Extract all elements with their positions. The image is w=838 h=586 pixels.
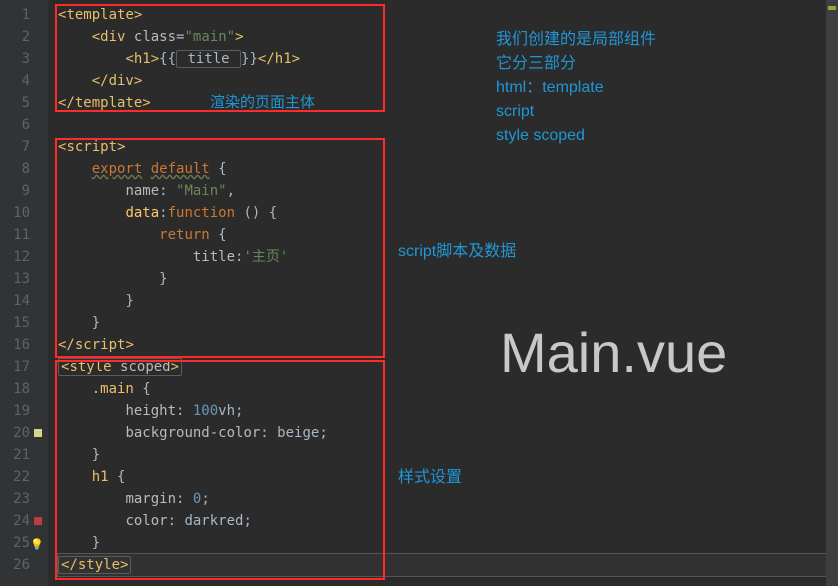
code-line[interactable]: height: 100vh;: [58, 400, 838, 422]
annotation-component-parts: 我们创建的是局部组件 它分三部分 html：template script st…: [496, 28, 656, 148]
code-line[interactable]: margin: 0;: [58, 488, 838, 510]
line-number[interactable]: 16: [0, 334, 48, 356]
line-number[interactable]: 15: [0, 312, 48, 334]
code-line[interactable]: name: "Main",: [58, 180, 838, 202]
code-line[interactable]: <script>: [58, 136, 838, 158]
line-number[interactable]: 1: [0, 4, 48, 26]
line-number[interactable]: 13: [0, 268, 48, 290]
line-number[interactable]: 21: [0, 444, 48, 466]
code-line[interactable]: <template>: [58, 4, 838, 26]
annotation-script: script脚本及数据: [398, 240, 516, 264]
line-number[interactable]: 12: [0, 246, 48, 268]
line-number[interactable]: 14: [0, 290, 48, 312]
line-number[interactable]: 23: [0, 488, 48, 510]
line-number[interactable]: 19: [0, 400, 48, 422]
code-line[interactable]: <h1>{{ title }}</h1>: [58, 48, 838, 70]
code-line[interactable]: }: [58, 444, 838, 466]
code-line[interactable]: color: darkred;: [58, 510, 838, 532]
code-line[interactable]: export default {: [58, 158, 838, 180]
line-number[interactable]: 18: [0, 378, 48, 400]
code-line[interactable]: </template>: [58, 92, 838, 114]
line-number[interactable]: 24: [0, 510, 48, 532]
line-number[interactable]: 8: [0, 158, 48, 180]
line-number[interactable]: 9: [0, 180, 48, 202]
line-number[interactable]: 6: [0, 114, 48, 136]
line-number-gutter: 1 2 3 4 5 6 7 8 9 10 11 12 13 14 15 16 1…: [0, 0, 48, 586]
code-editor: 1 2 3 4 5 6 7 8 9 10 11 12 13 14 15 16 1…: [0, 0, 838, 586]
line-number[interactable]: 5: [0, 92, 48, 114]
line-number[interactable]: 17: [0, 356, 48, 378]
line-number[interactable]: 20: [0, 422, 48, 444]
code-area[interactable]: <template> <div class="main"> <h1>{{ tit…: [48, 0, 838, 586]
line-number[interactable]: 4: [0, 70, 48, 92]
code-line[interactable]: }: [58, 290, 838, 312]
code-line[interactable]: data:function () {: [58, 202, 838, 224]
code-line[interactable]: }: [58, 268, 838, 290]
annotation-style: 样式设置: [398, 466, 462, 490]
code-line[interactable]: background-color: beige;: [58, 422, 838, 444]
code-line[interactable]: [58, 114, 838, 136]
code-line[interactable]: </style>: [58, 554, 838, 576]
line-number[interactable]: 2: [0, 26, 48, 48]
line-number[interactable]: 3: [0, 48, 48, 70]
annotation-template: 渲染的页面主体: [210, 92, 315, 115]
line-number[interactable]: 25: [0, 532, 48, 554]
filename-title: Main.vue: [500, 320, 727, 385]
code-line[interactable]: <div class="main">: [58, 26, 838, 48]
line-number[interactable]: 26: [0, 554, 48, 576]
code-line[interactable]: }: [58, 532, 838, 554]
line-number[interactable]: 7: [0, 136, 48, 158]
line-number[interactable]: 11: [0, 224, 48, 246]
vertical-scrollbar[interactable]: [826, 0, 838, 586]
line-number[interactable]: 22: [0, 466, 48, 488]
line-number[interactable]: 10: [0, 202, 48, 224]
code-line[interactable]: </div>: [58, 70, 838, 92]
